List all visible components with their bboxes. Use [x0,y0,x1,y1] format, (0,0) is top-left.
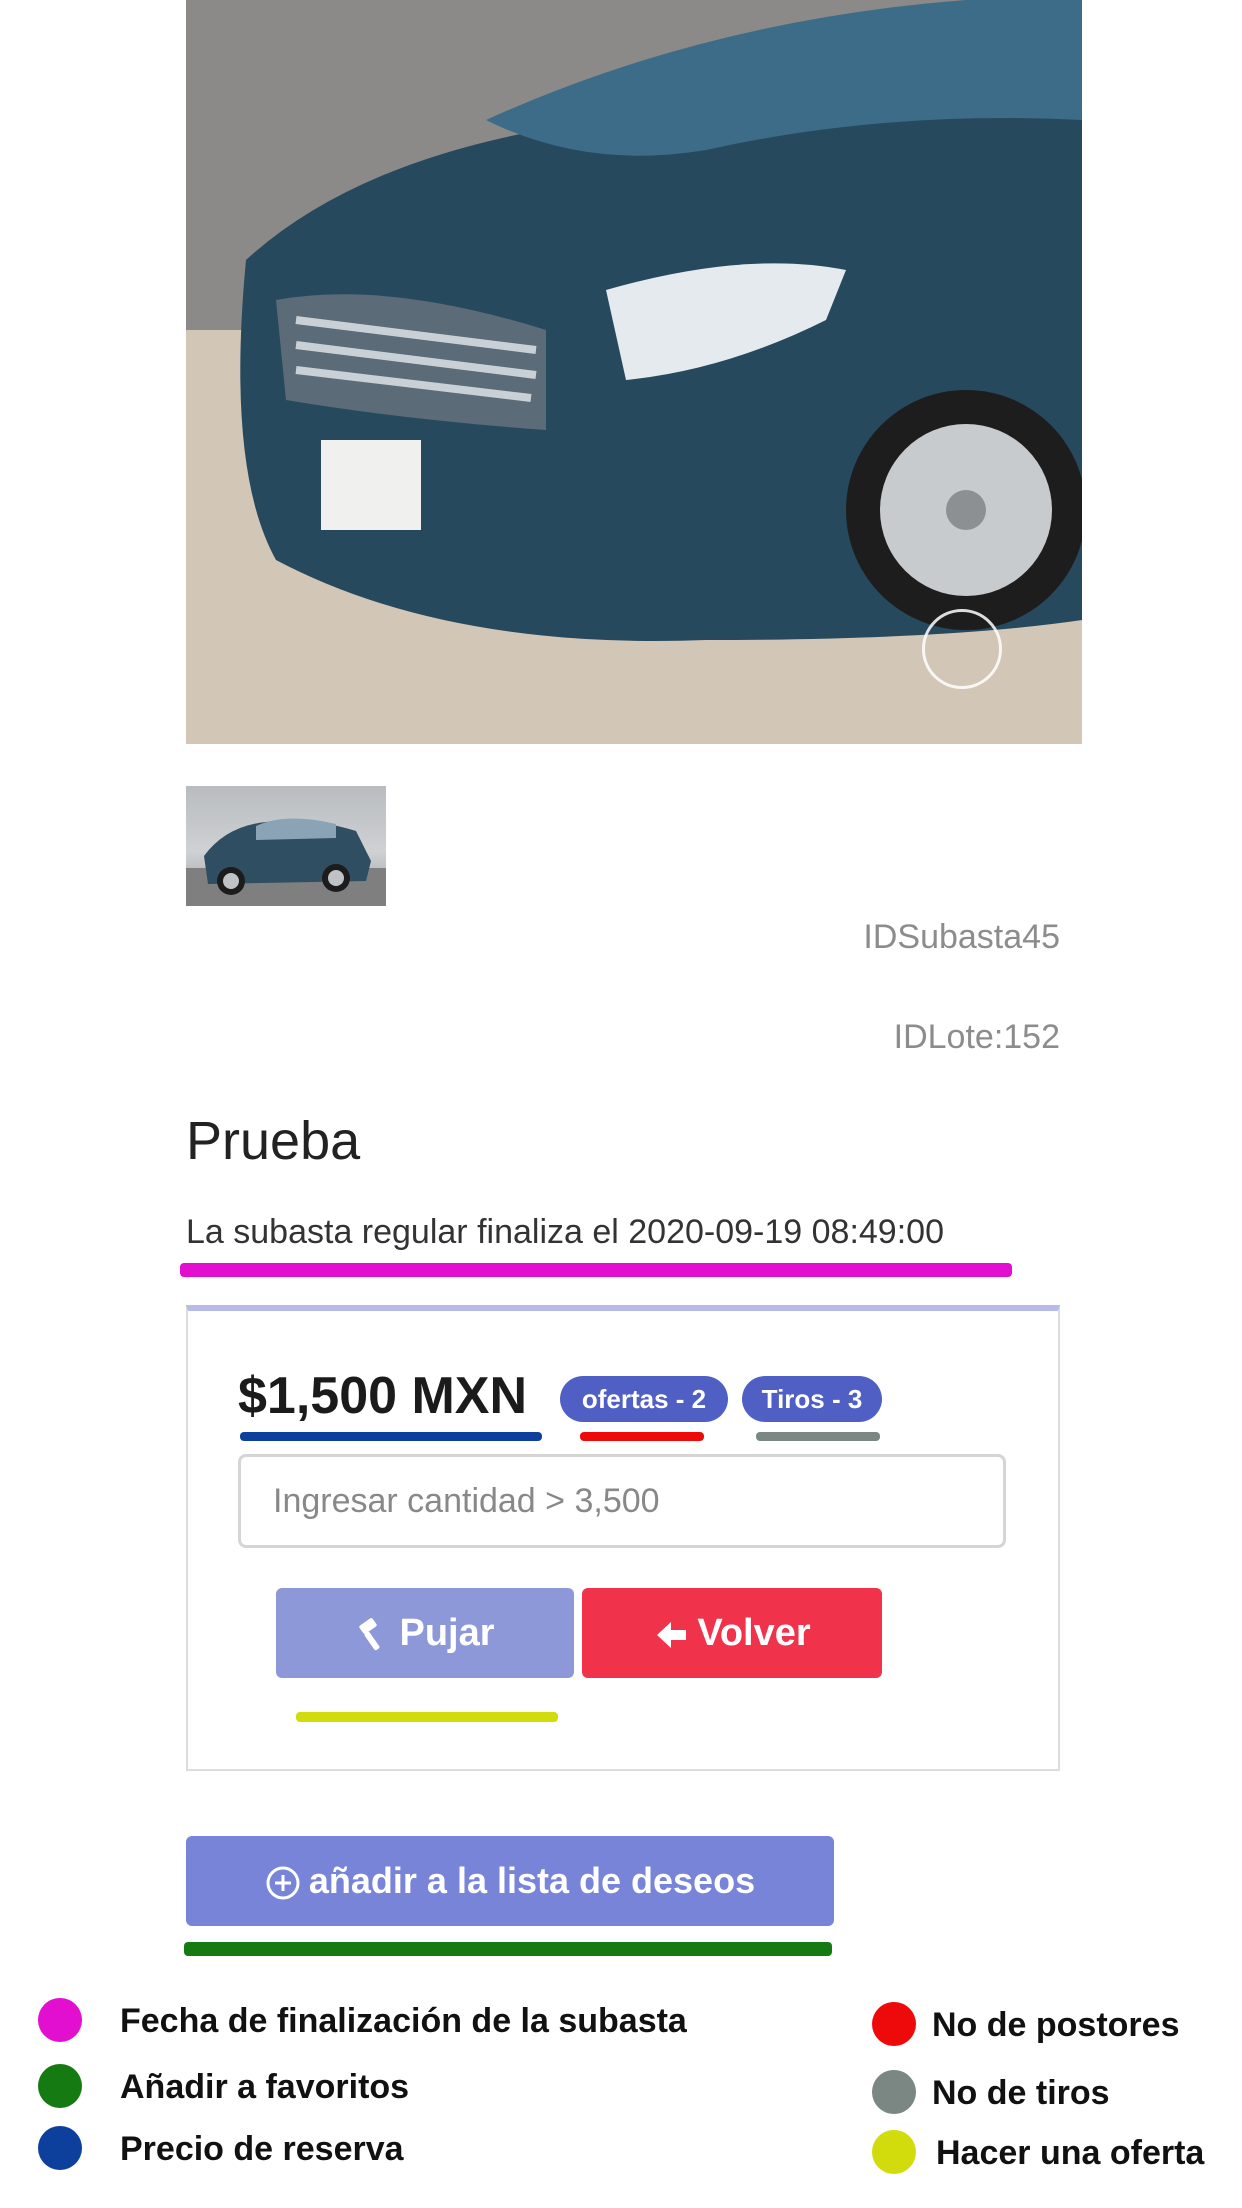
plus-circle-icon [266,1866,300,1900]
legend-end-date: Fecha de finalización de la subasta [120,2002,687,2040]
wishlist-highlight [184,1942,832,1956]
legend-dot-magenta [38,1998,82,2042]
legend-dot-yellow [872,2130,916,2174]
bid-button[interactable]: Pujar [276,1588,574,1678]
legend-bidders: No de postores [932,2006,1180,2044]
wishlist-button-label: añadir a la lista de deseos [308,1860,756,1901]
arrow-left-icon [657,1621,687,1648]
lot-id: IDLote:152 [893,1018,1060,1056]
legend-make-offer: Hacer una oferta [936,2134,1205,2172]
back-button[interactable]: Volver [582,1588,882,1678]
add-to-wishlist-button[interactable]: añadir a la lista de deseos [186,1836,834,1926]
lot-title: Prueba [186,1111,361,1171]
gavel-icon [359,1618,380,1651]
reserve-price-highlight [240,1432,542,1441]
legend-favorites: Añadir a favoritos [120,2068,410,2106]
legend-dot-blue [38,2126,82,2170]
back-button-label: Volver [697,1612,811,1654]
auction-id: IDSubasta45 [863,918,1060,956]
legend-dot-gray [872,2070,916,2114]
reserve-price: $1,500 MXN [238,1367,528,1425]
legend-dot-red [872,2002,916,2046]
legend-dot-green [38,2064,82,2108]
legend-shots: No de tiros [932,2074,1110,2112]
end-date-highlight [180,1263,1012,1277]
bid-button-label: Pujar [399,1612,495,1654]
auction-end-date: La subasta regular finaliza el 2020-09-1… [186,1213,944,1251]
shots-badge: Tiros - 3 [742,1376,882,1422]
shots-highlight [756,1432,880,1441]
image-zoom-indicator[interactable] [922,609,1002,689]
offers-highlight [580,1432,704,1441]
legend-reserve-price: Precio de reserva [120,2130,404,2168]
car-thumbnail[interactable] [186,786,386,906]
offers-badge: ofertas - 2 [560,1376,728,1422]
bid-highlight [296,1712,558,1722]
bid-amount-input[interactable] [238,1454,1006,1548]
